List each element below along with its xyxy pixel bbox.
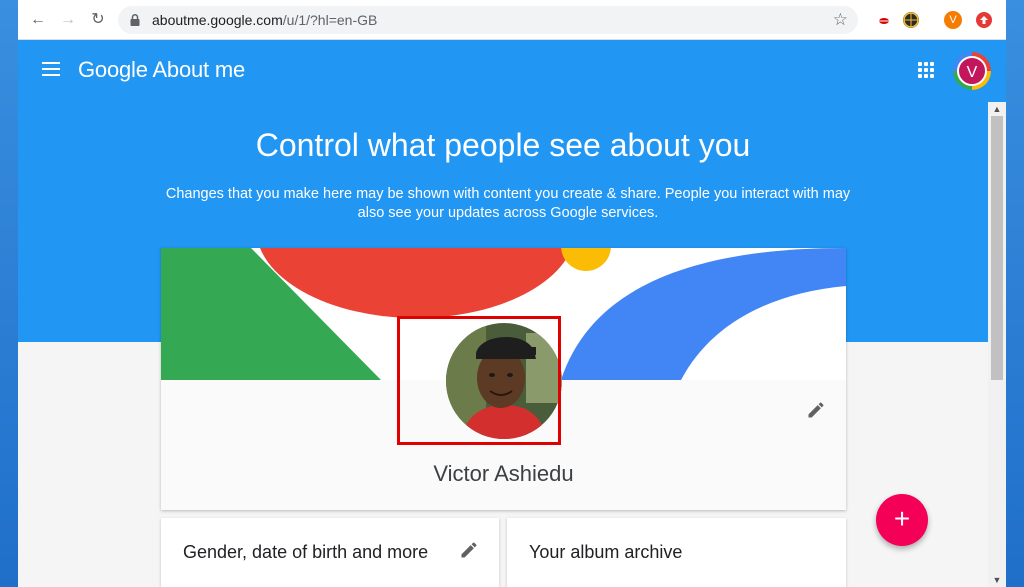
extension-upload-icon[interactable] <box>976 12 992 28</box>
menu-icon[interactable] <box>42 62 60 76</box>
lock-icon <box>130 13 140 26</box>
product-logo[interactable]: Google About me <box>78 57 245 83</box>
url-host: aboutme.google.com <box>152 12 283 28</box>
back-icon[interactable]: ← <box>28 10 48 30</box>
page-title: Control what people see about you <box>255 127 751 163</box>
gender-dob-title: Gender, date of birth and more <box>183 542 429 562</box>
photo-highlight-box <box>397 316 561 445</box>
bookmark-star-icon[interactable]: ☆ <box>833 10 848 30</box>
extension-user-avatar[interactable]: V <box>944 11 962 29</box>
album-archive-title: Your album archive <box>529 542 683 562</box>
desktop-background-right <box>1006 0 1024 587</box>
extension-globe-icon[interactable] <box>903 12 919 28</box>
apps-grid-icon[interactable] <box>918 62 934 78</box>
brand-product: About me <box>152 57 246 82</box>
edit-pencil-icon[interactable] <box>459 540 479 560</box>
scroll-up-arrow-icon[interactable]: ▲ <box>988 102 1006 116</box>
add-fab-button[interactable]: + <box>876 494 928 546</box>
forward-icon[interactable]: → <box>58 10 78 30</box>
account-avatar[interactable]: V <box>957 56 987 86</box>
browser-toolbar: ← → ↻ aboutme.google.com/u/1/?hl=en-GB ☆… <box>18 0 1006 40</box>
scrollbar[interactable]: ▲ ▼ <box>988 102 1006 587</box>
reload-icon[interactable]: ↻ <box>88 10 108 30</box>
url-text: aboutme.google.com/u/1/?hl=en-GB <box>152 12 377 28</box>
brand-google: Google <box>78 57 148 82</box>
gender-dob-card[interactable]: Gender, date of birth and more <box>161 518 499 587</box>
url-path: /u/1/?hl=en-GB <box>282 12 378 28</box>
address-bar[interactable]: aboutme.google.com/u/1/?hl=en-GB ☆ <box>118 6 858 34</box>
desktop-background-left <box>0 0 18 587</box>
edit-pencil-icon[interactable] <box>806 400 826 420</box>
page-subtitle: Changes that you make here may be shown … <box>165 186 851 221</box>
scroll-thumb[interactable] <box>991 116 1003 380</box>
app-header: Google About me V <box>18 40 1006 102</box>
album-archive-card[interactable]: Your album archive <box>507 518 846 587</box>
scroll-down-arrow-icon[interactable]: ▼ <box>988 573 1006 587</box>
extension-lips-icon[interactable] <box>876 12 892 28</box>
profile-name: Victor Ashiedu <box>433 461 574 486</box>
browser-window: ← → ↻ aboutme.google.com/u/1/?hl=en-GB ☆… <box>18 0 1006 587</box>
